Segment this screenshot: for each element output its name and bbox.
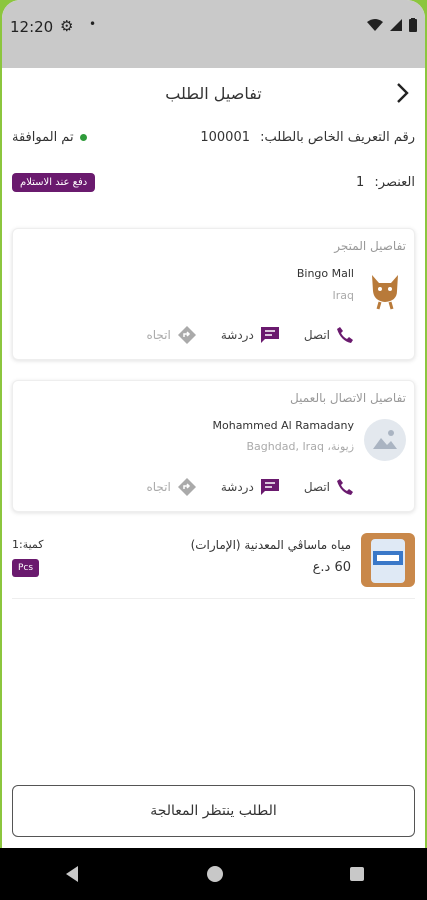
- store-call-button[interactable]: اتصل: [304, 326, 354, 344]
- items-count: العنصر: 1: [356, 175, 415, 190]
- customer-call-label: اتصل: [303, 480, 330, 494]
- status-dot-icon: [79, 134, 87, 141]
- customer-name: Mohammed Al Ramadany: [212, 419, 355, 432]
- phone-icon: [337, 479, 353, 495]
- product-name: مياه ماساڤي المعدنية (الإمارات): [190, 538, 351, 552]
- gear-icon: ⚙: [60, 17, 74, 35]
- items-row: العنصر: 1 دفع عند الاستلام: [12, 173, 415, 192]
- directions-icon: [177, 478, 196, 496]
- customer-direction-button[interactable]: اتجاه: [146, 477, 196, 497]
- system-nav-bar: [0, 848, 427, 900]
- order-status: تم الموافقة: [12, 130, 87, 145]
- store-chat-label: دردشة: [220, 328, 254, 342]
- customer-card-title: تفاصيل الاتصال بالعميل: [290, 391, 406, 405]
- nav-recents-icon[interactable]: [349, 866, 365, 882]
- store-direction-label: اتجاه: [146, 328, 171, 342]
- customer-avatar-icon: [364, 419, 406, 461]
- product-unit-badge: Pcs: [12, 559, 40, 577]
- customer-address: زيونة، Baghdad, Iraq: [246, 440, 355, 453]
- order-id-label: رقم التعريف الخاص بالطلب:: [260, 130, 415, 145]
- back-arrow-icon[interactable]: [389, 80, 415, 106]
- signal-icon: [390, 19, 402, 31]
- chat-icon: [260, 327, 279, 343]
- app-bar: تفاصيل الطلب: [2, 68, 425, 122]
- order-pending-button[interactable]: الطلب ينتظر المعالجة: [12, 785, 415, 837]
- store-direction-button[interactable]: اتجاه: [146, 325, 196, 345]
- product-quantity: كمية:1: [12, 538, 44, 551]
- screen: 12:20 ⚙ • تفاصيل الطلب رقم التعريف الخاص…: [2, 0, 425, 900]
- store-card: تفاصيل المتجر Bingo Mall Iraq اتصل دردشة: [12, 228, 415, 360]
- items-value: 1: [355, 175, 365, 190]
- customer-chat-label: دردشة: [220, 480, 254, 494]
- directions-icon: [177, 326, 196, 344]
- battery-icon: [409, 18, 417, 32]
- store-actions: اتصل دردشة اتجاه: [146, 325, 354, 345]
- status-time: 12:20: [10, 18, 54, 36]
- customer-actions: اتصل دردشة اتجاه: [146, 477, 354, 497]
- product-image: [361, 533, 415, 587]
- order-id: رقم التعريف الخاص بالطلب: 100001: [200, 130, 415, 145]
- store-call-label: اتصل: [303, 328, 330, 342]
- order-status-text: تم الموافقة: [12, 130, 74, 145]
- store-chat-button[interactable]: دردشة: [221, 326, 280, 344]
- phone-icon: [337, 327, 353, 343]
- product-row[interactable]: مياه ماساڤي المعدنية (الإمارات) 60 د.ع ك…: [12, 527, 415, 599]
- wifi-icon: [367, 19, 383, 31]
- items-label: العنصر:: [374, 175, 415, 190]
- payment-badge: دفع عند الاستلام: [12, 173, 96, 192]
- customer-direction-label: اتجاه: [146, 480, 171, 494]
- customer-chat-button[interactable]: دردشة: [221, 478, 280, 496]
- customer-call-button[interactable]: اتصل: [304, 478, 354, 496]
- store-location: Iraq: [332, 289, 355, 302]
- status-bar: 12:20 ⚙ •: [2, 0, 425, 68]
- order-id-value: 100001: [200, 130, 250, 145]
- page-title: تفاصيل الطلب: [165, 84, 262, 103]
- nav-home-icon[interactable]: [206, 865, 224, 883]
- device-frame: 12:20 ⚙ • تفاصيل الطلب رقم التعريف الخاص…: [0, 0, 427, 900]
- store-card-title: تفاصيل المتجر: [334, 239, 406, 253]
- status-icons: [367, 18, 417, 32]
- store-name: Bingo Mall: [296, 267, 354, 280]
- chat-icon: [260, 479, 279, 495]
- product-price: 60 د.ع: [312, 560, 351, 575]
- notification-dot: •: [89, 17, 97, 31]
- store-logo-icon: [372, 275, 398, 310]
- order-id-row: رقم التعريف الخاص بالطلب: 100001 تم المو…: [12, 130, 415, 145]
- nav-back-icon[interactable]: [63, 865, 81, 883]
- customer-card: تفاصيل الاتصال بالعميل Mohammed Al Ramad…: [12, 380, 415, 512]
